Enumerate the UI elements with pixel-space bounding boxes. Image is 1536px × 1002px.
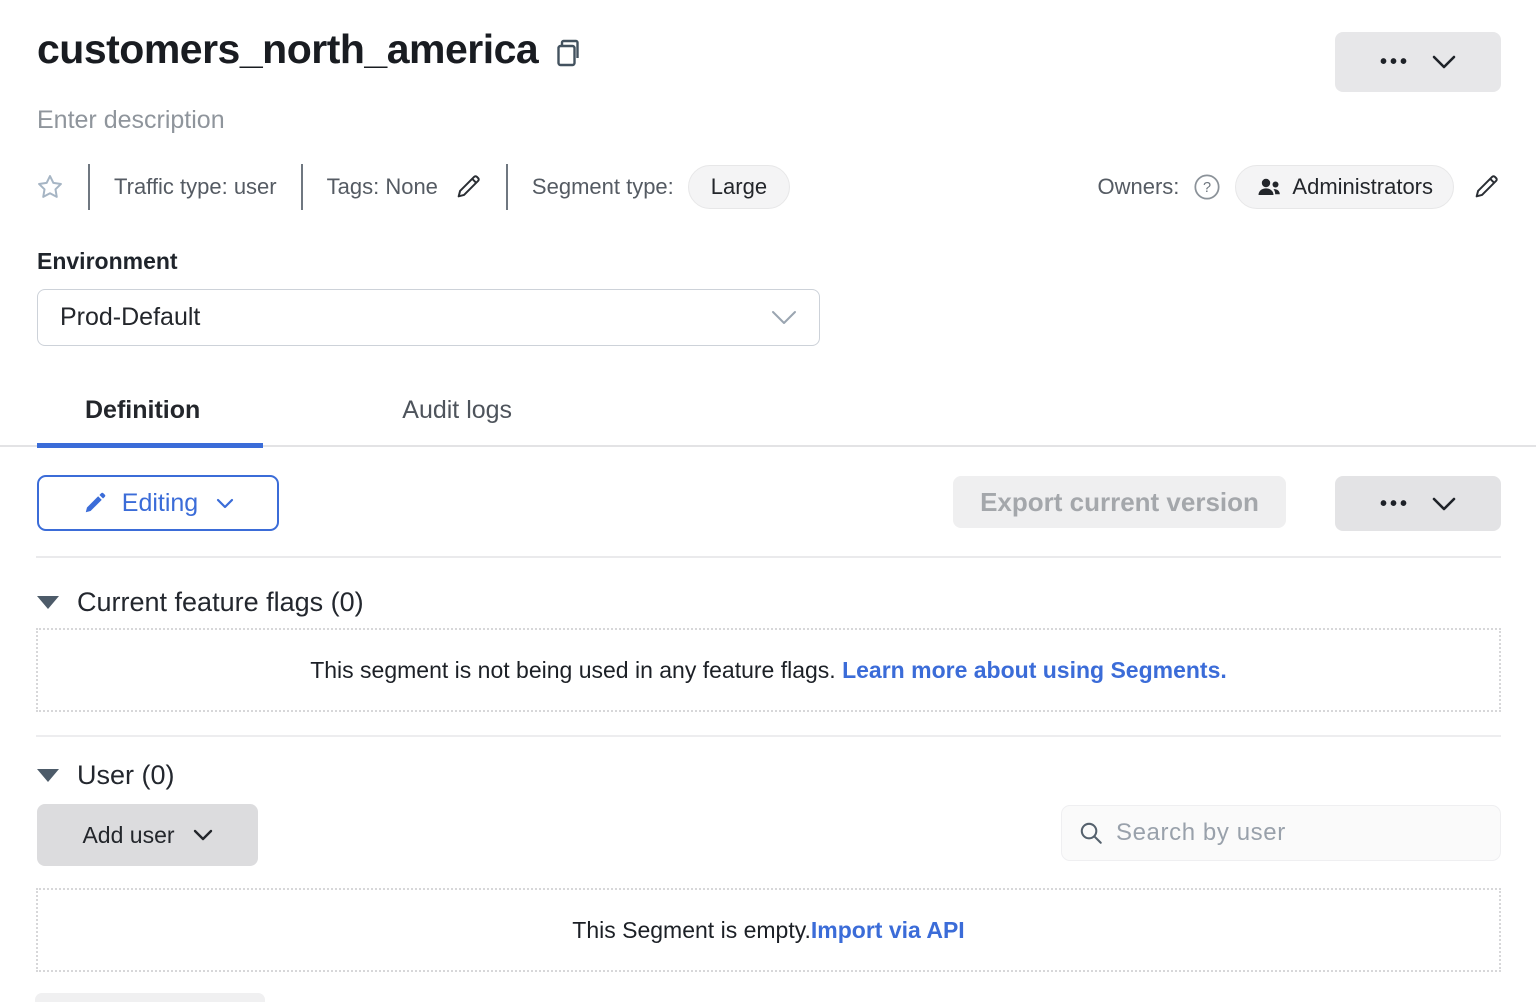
meta-divider [88,164,90,210]
copy-icon[interactable] [556,39,582,67]
tab-definition[interactable]: Definition [37,386,248,434]
editing-label: Editing [122,489,198,518]
chevron-down-icon [216,498,234,509]
meta-divider [301,164,303,210]
export-current-version-button[interactable]: Export current version [953,476,1286,528]
svg-text:?: ? [1203,180,1211,196]
segment-type-label: Segment type: [532,174,674,200]
feature-flags-empty-text: This segment is not being used in any fe… [310,657,1227,684]
search-icon [1078,820,1104,846]
cut-off-element [35,993,265,1002]
user-empty-message: This Segment is empty. [572,917,811,943]
meta-divider [506,164,508,210]
tags-label: Tags: None [327,174,438,200]
toolbar-more-button[interactable]: ••• [1335,476,1501,531]
people-icon [1256,176,1282,198]
ellipsis-icon: ••• [1380,52,1410,72]
header-more-button[interactable]: ••• [1335,32,1501,92]
editing-status-button[interactable]: Editing [37,475,279,531]
meta-row: Traffic type: user Tags: None Segment ty… [36,163,790,211]
owners-value: Administrators [1292,174,1433,200]
owners-badge[interactable]: Administrators [1235,165,1454,209]
feature-flags-empty-message: This segment is not being used in any fe… [310,657,842,683]
chevron-down-icon [1432,497,1456,511]
owners-group: Owners: ? Administrators [1097,163,1500,211]
tab-bar: Definition Audit logs [37,386,560,434]
owners-label: Owners: [1097,174,1179,200]
user-section-title: User (0) [77,760,175,791]
environment-selected-value: Prod-Default [60,303,200,332]
feature-flags-empty-state: This segment is not being used in any fe… [36,628,1501,712]
chevron-down-icon [1432,55,1456,69]
import-via-api-link[interactable]: Import via API [811,917,965,943]
search-by-user-input[interactable] [1116,819,1484,847]
section-divider [36,735,1501,737]
edit-tags-pencil-icon[interactable] [454,173,482,201]
active-tab-indicator [37,443,263,448]
user-empty-text: This Segment is empty.Import via API [572,917,964,944]
segment-detail-page: customers_north_america ••• Enter descri… [0,0,1536,1002]
feature-flags-section-header: Current feature flags (0) [37,587,364,618]
page-title: customers_north_america [37,26,538,73]
learn-more-link[interactable]: Learn more about using Segments. [842,657,1227,683]
environment-select[interactable]: Prod-Default [37,289,820,346]
collapse-triangle-icon[interactable] [37,769,59,782]
add-user-label: Add user [82,822,174,849]
section-divider [36,556,1501,558]
feature-flags-section-title: Current feature flags (0) [77,587,364,618]
chevron-down-icon [193,829,213,841]
traffic-type-label: Traffic type: user [114,174,277,200]
add-user-button[interactable]: Add user [37,804,258,866]
user-section-header: User (0) [37,760,175,791]
help-icon[interactable]: ? [1193,173,1221,201]
favorite-star-icon[interactable] [36,173,64,201]
ellipsis-icon: ••• [1380,494,1410,514]
edit-owners-pencil-icon[interactable] [1472,173,1500,201]
user-empty-state: This Segment is empty.Import via API [36,888,1501,972]
environment-label: Environment [37,248,178,275]
collapse-triangle-icon[interactable] [37,596,59,609]
description-placeholder[interactable]: Enter description [37,106,225,135]
segment-type-badge: Large [688,165,790,209]
tab-audit-logs[interactable]: Audit logs [354,386,560,434]
pencil-icon [82,490,108,516]
title-row: customers_north_america [37,26,582,73]
chevron-down-icon [771,310,797,326]
search-by-user-field [1061,805,1501,861]
